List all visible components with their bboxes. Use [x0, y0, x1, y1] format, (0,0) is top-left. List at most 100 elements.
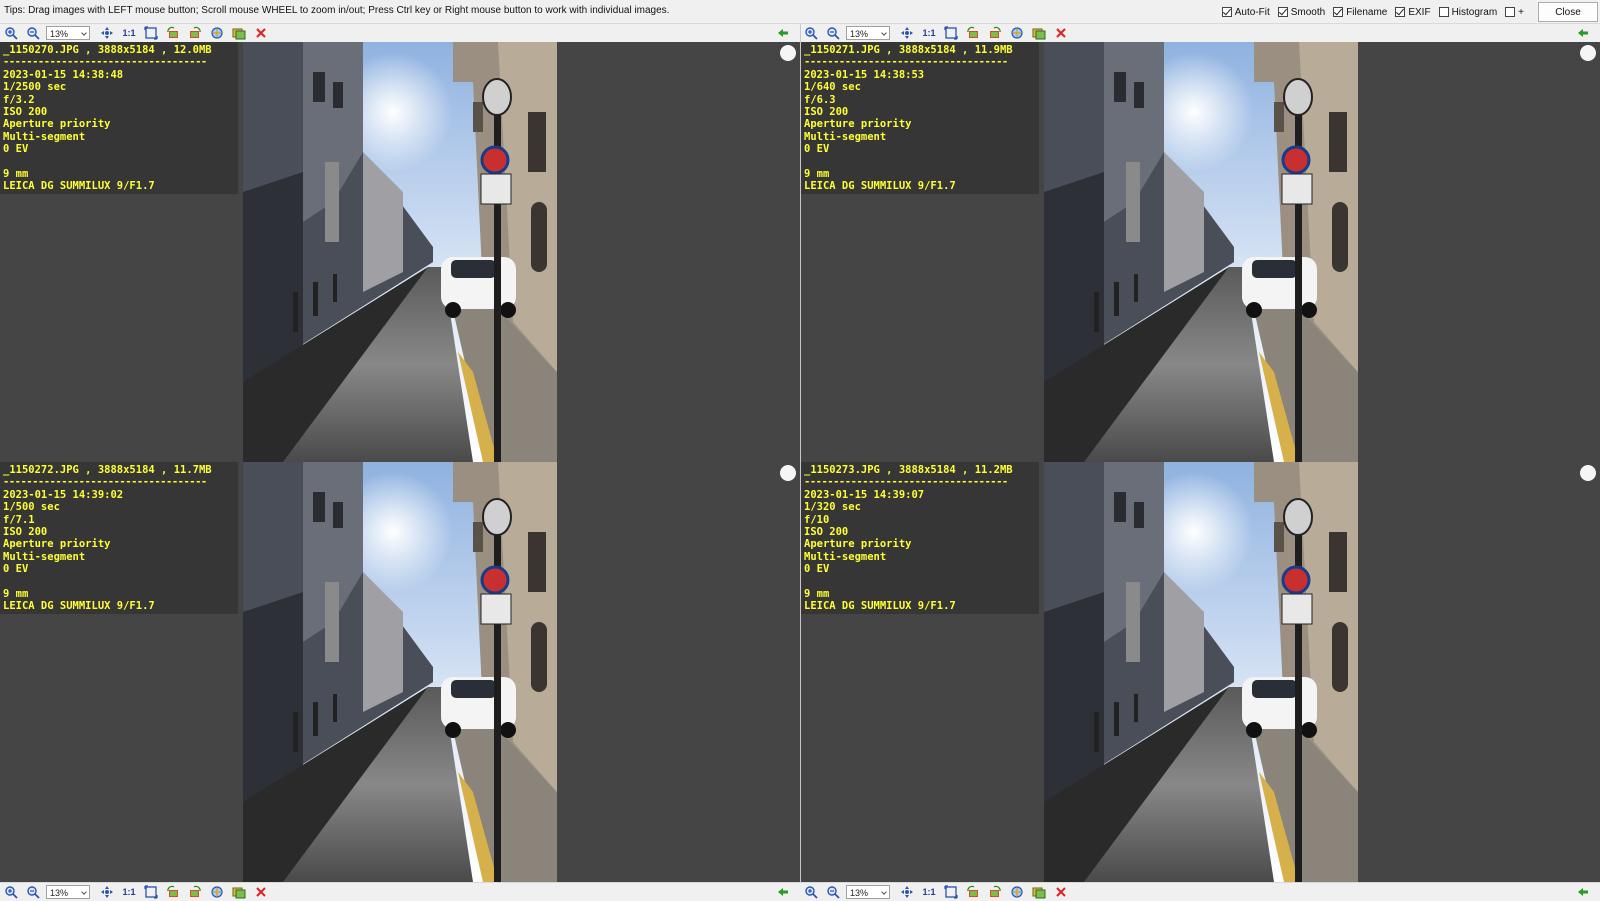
one-to-one-button[interactable]: 1:1 — [918, 24, 940, 42]
sync-button[interactable] — [1006, 883, 1028, 901]
one-to-one-label: 1:1 — [122, 28, 136, 38]
remove-button[interactable] — [1050, 24, 1072, 42]
one-to-one-button[interactable]: 1:1 — [118, 883, 140, 901]
image-panel-4[interactable]: _1150273.JPG , 3888x5184 , 11.2MB -------… — [801, 462, 1600, 882]
smooth-check-icon[interactable] — [1277, 7, 1288, 17]
exif-datetime: 2023-01-15 14:38:48 — [3, 68, 124, 81]
fit-button[interactable] — [96, 883, 118, 901]
sync-icon — [1011, 885, 1023, 898]
zoom-out-button[interactable] — [22, 883, 44, 901]
remove-button[interactable] — [1050, 883, 1072, 901]
remove-button[interactable] — [250, 24, 272, 42]
smooth-checkbox[interactable]: Smooth — [1277, 7, 1325, 18]
street-photo[interactable] — [1044, 462, 1358, 882]
rotate-right-button[interactable] — [184, 24, 206, 42]
fit-frame-button[interactable] — [140, 24, 162, 42]
exif-lens: LEICA DG SUMMILUX 9/F1.7 — [3, 600, 155, 613]
exif-focal: 9 mm — [3, 588, 29, 601]
rotate-right-button[interactable] — [984, 24, 1006, 42]
close-button[interactable]: Close — [1538, 2, 1598, 22]
select-circle-icon[interactable] — [780, 465, 796, 481]
rotate-right-button[interactable] — [984, 883, 1006, 901]
exif-lens: LEICA DG SUMMILUX 9/F1.7 — [804, 180, 956, 193]
sync-button[interactable] — [1006, 24, 1028, 42]
zoom-select[interactable]: 13% — [46, 26, 90, 40]
exif-shutter: 1/320 sec — [804, 501, 861, 514]
street-photo[interactable] — [243, 42, 557, 462]
copy-button[interactable] — [228, 883, 250, 901]
zoom-select[interactable]: 13% — [846, 884, 890, 899]
select-circle-icon[interactable] — [1580, 45, 1596, 61]
zoom-in-button[interactable] — [0, 883, 22, 901]
autofit-check-icon[interactable] — [1221, 7, 1232, 17]
sync-button[interactable] — [206, 24, 228, 42]
select-circle-icon[interactable] — [780, 45, 796, 61]
image-panel-2[interactable]: _1150271.JPG , 3888x5184 , 11.9MB -------… — [801, 42, 1600, 462]
fit-frame-button[interactable] — [940, 24, 962, 42]
zoom-select[interactable]: 13% — [846, 26, 890, 40]
tips-text: Tips: Drag images with LEFT mouse button… — [4, 5, 670, 16]
zoom-in-button[interactable] — [0, 24, 22, 42]
one-to-one-button[interactable]: 1:1 — [118, 24, 140, 42]
exif-metering: Multi-segment — [804, 130, 887, 143]
one-to-one-button[interactable]: 1:1 — [918, 883, 940, 901]
close-icon — [1056, 886, 1066, 897]
copy-button[interactable] — [228, 24, 250, 42]
fit-button[interactable] — [96, 24, 118, 42]
histogram-check-icon[interactable] — [1438, 7, 1449, 17]
rotate-left-button[interactable] — [962, 883, 984, 901]
select-circle-icon[interactable] — [1580, 465, 1596, 481]
rotate-left-icon — [967, 26, 978, 38]
rotate-left-button[interactable] — [962, 24, 984, 42]
exif-ev: 0 EV — [3, 563, 29, 576]
histogram-checkbox[interactable]: Histogram — [1438, 7, 1497, 18]
exif-blank — [3, 576, 238, 588]
exif-focal: 9 mm — [804, 168, 830, 181]
zoom-in-button[interactable] — [800, 883, 822, 901]
exif-check-icon[interactable] — [1395, 7, 1406, 17]
copy-button[interactable] — [1028, 24, 1050, 42]
zoom-in-button[interactable] — [800, 24, 822, 42]
street-photo[interactable] — [1044, 42, 1358, 462]
zoom-out-button[interactable] — [22, 24, 44, 42]
plus-check-icon[interactable] — [1505, 7, 1516, 17]
zoom-in-icon — [805, 885, 818, 899]
sync-button[interactable] — [206, 883, 228, 901]
prev-image-button[interactable] — [772, 883, 794, 901]
prev-image-button[interactable] — [772, 24, 794, 42]
rotate-left-icon — [167, 26, 178, 38]
plus-checkbox[interactable]: + — [1505, 7, 1524, 18]
exif-checkbox[interactable]: EXIF — [1395, 7, 1431, 18]
toolbar-top-left: 13% 1:1 — [0, 24, 800, 42]
fit-frame-button[interactable] — [140, 883, 162, 901]
zoom-out-button[interactable] — [822, 24, 844, 42]
fit-button[interactable] — [896, 24, 918, 42]
filename-check-icon[interactable] — [1333, 7, 1344, 17]
exif-datetime: 2023-01-15 14:39:02 — [3, 488, 124, 501]
prev-image-button[interactable] — [1572, 24, 1594, 42]
remove-button[interactable] — [250, 883, 272, 901]
rotate-left-button[interactable] — [162, 24, 184, 42]
fit-frame-button[interactable] — [940, 883, 962, 901]
panel-divider — [800, 24, 801, 882]
plus-label: + — [1518, 6, 1524, 18]
copy-button[interactable] — [1028, 883, 1050, 901]
exif-mode: Aperture priority — [804, 118, 912, 131]
image-panel-1[interactable]: _1150270.JPG , 3888x5184 , 12.0MB -------… — [0, 42, 800, 462]
image-panel-3[interactable]: _1150272.JPG , 3888x5184 , 11.7MB -------… — [0, 462, 800, 882]
zoom-out-button[interactable] — [822, 883, 844, 901]
zoom-select[interactable]: 13% — [46, 884, 90, 899]
street-photo[interactable] — [243, 462, 557, 882]
rotate-left-button[interactable] — [162, 883, 184, 901]
rotate-right-button[interactable] — [184, 883, 206, 901]
filename-checkbox[interactable]: Filename — [1333, 7, 1387, 18]
autofit-checkbox[interactable]: Auto-Fit — [1221, 7, 1270, 18]
close-icon — [256, 28, 266, 38]
move-arrows-icon — [901, 885, 913, 898]
exif-focal: 9 mm — [804, 588, 830, 601]
fit-button[interactable] — [896, 883, 918, 901]
prev-image-button[interactable] — [1572, 883, 1594, 901]
zoom-value: 13% — [850, 29, 869, 39]
image-copy-icon — [1032, 887, 1046, 898]
zoom-in-icon — [5, 27, 18, 40]
